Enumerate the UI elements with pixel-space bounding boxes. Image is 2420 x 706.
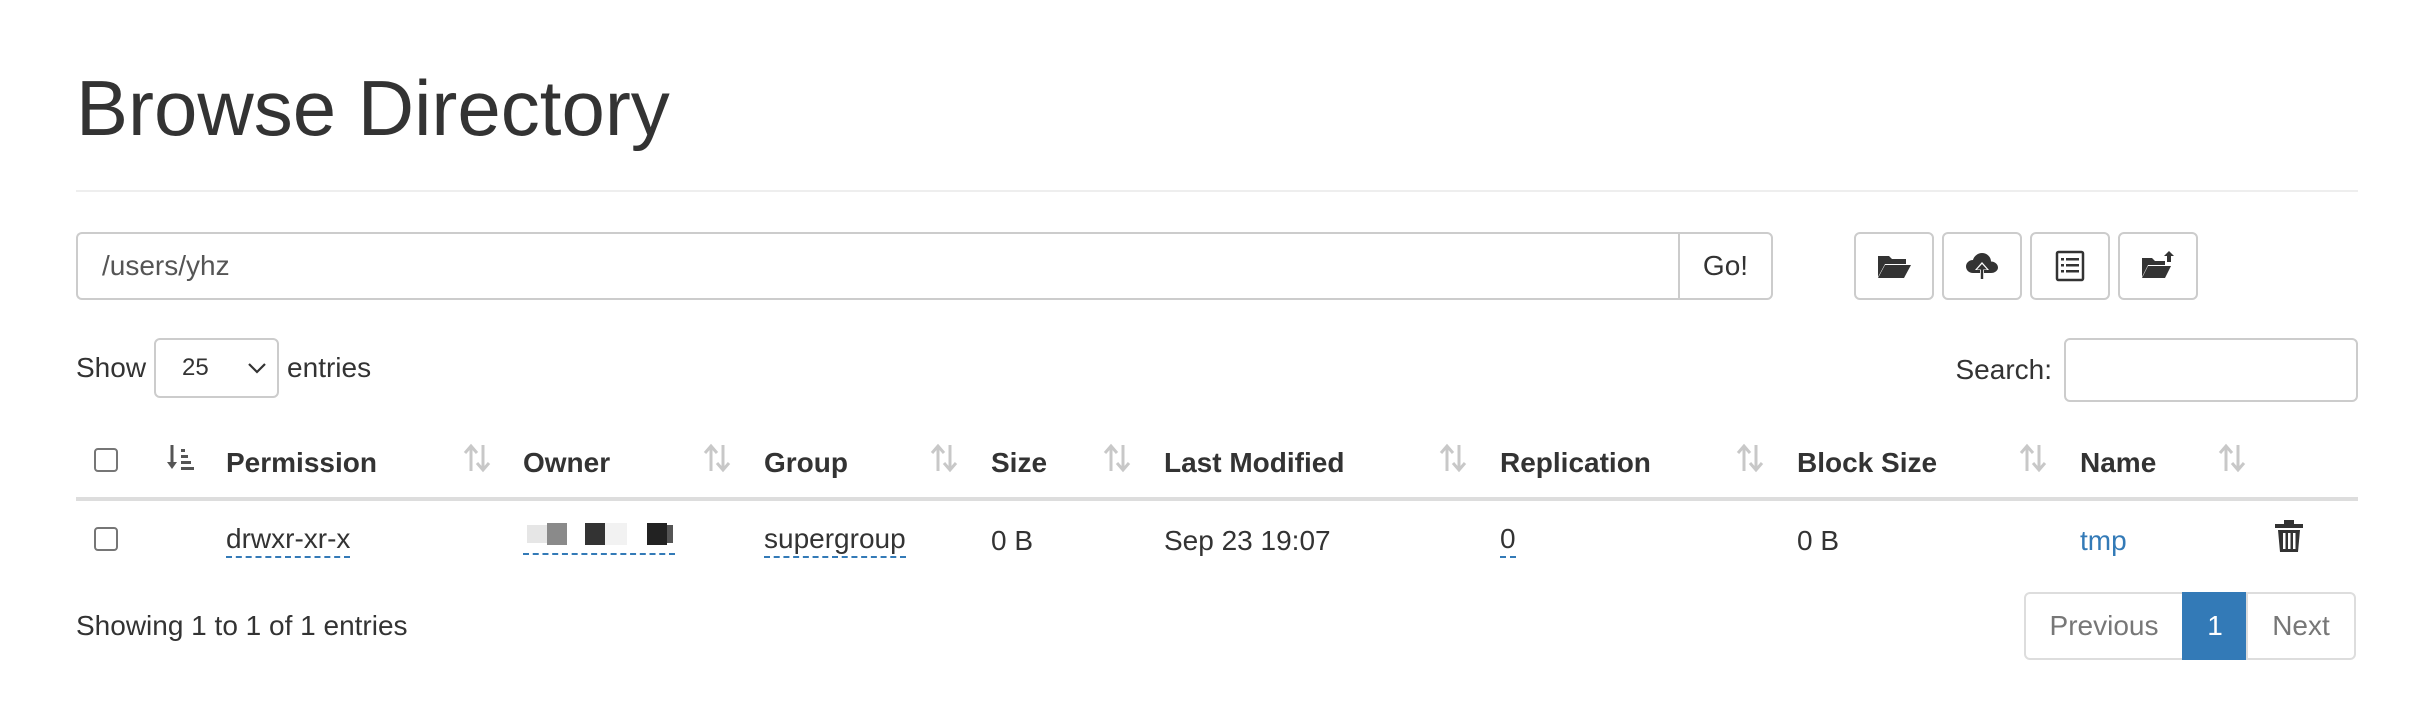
page-length-value: 25 bbox=[182, 354, 209, 381]
sort-size-icon[interactable] bbox=[1103, 438, 1131, 478]
search-label: Search: bbox=[1955, 354, 2053, 385]
sort-name-icon[interactable] bbox=[2218, 438, 2246, 478]
cell-group[interactable]: supergroup bbox=[764, 522, 906, 558]
folder-open-icon bbox=[1878, 256, 1911, 278]
cell-replication[interactable]: 0 bbox=[1500, 522, 1516, 558]
next-page-button[interactable]: Next bbox=[2246, 592, 2356, 660]
sort-permission-icon[interactable] bbox=[463, 438, 491, 478]
page-1-button[interactable]: 1 bbox=[2182, 592, 2248, 660]
previous-page-button[interactable]: Previous bbox=[2024, 592, 2184, 660]
cell-last-modified: Sep 23 19:07 bbox=[1164, 525, 1331, 556]
chevron-down-icon bbox=[248, 363, 266, 374]
page-length-select[interactable]: 25 bbox=[154, 338, 280, 398]
column-header-owner[interactable]: Owner bbox=[523, 443, 610, 483]
show-label: Show bbox=[76, 352, 147, 383]
folder-move-icon bbox=[2142, 251, 2174, 278]
entries-label: entries bbox=[287, 352, 372, 383]
sort-replication-icon[interactable] bbox=[1736, 438, 1764, 478]
move-button[interactable] bbox=[2118, 232, 2198, 300]
select-all-checkbox[interactable] bbox=[94, 448, 118, 472]
table-header-divider bbox=[76, 497, 2358, 501]
sort-checkbox-column-icon[interactable] bbox=[166, 438, 194, 478]
row-checkbox[interactable] bbox=[94, 527, 118, 551]
column-header-size[interactable]: Size bbox=[991, 443, 1047, 483]
path-input[interactable] bbox=[76, 232, 1678, 300]
cut-paste-button[interactable] bbox=[2030, 232, 2110, 300]
column-header-permission[interactable]: Permission bbox=[226, 443, 377, 483]
create-directory-button[interactable] bbox=[1854, 232, 1934, 300]
sort-block-size-icon[interactable] bbox=[2019, 438, 2047, 478]
column-header-replication[interactable]: Replication bbox=[1500, 443, 1651, 483]
cell-block-size: 0 B bbox=[1797, 525, 1840, 556]
go-button[interactable]: Go! bbox=[1678, 232, 1773, 300]
page-length-control: Show 25 entries bbox=[76, 338, 371, 398]
cell-permission[interactable]: drwxr-xr-x bbox=[226, 522, 351, 558]
search-input[interactable] bbox=[2064, 338, 2358, 402]
column-header-last-modified[interactable]: Last Modified bbox=[1164, 443, 1344, 483]
title-divider bbox=[76, 190, 2358, 192]
list-alt-icon bbox=[2055, 250, 2085, 282]
cloud-upload-icon bbox=[1966, 253, 1998, 280]
cell-owner[interactable] bbox=[523, 519, 675, 555]
upload-button[interactable] bbox=[1942, 232, 2022, 300]
pagination: Previous 1 Next bbox=[2024, 592, 2356, 660]
cell-size: 0 B bbox=[991, 525, 1034, 556]
page-title: Browse Directory bbox=[76, 64, 670, 152]
search-control: Search: bbox=[1955, 338, 2358, 402]
column-header-name[interactable]: Name bbox=[2080, 443, 2156, 483]
sort-group-icon[interactable] bbox=[930, 438, 958, 478]
cell-name-link[interactable]: tmp bbox=[2080, 520, 2127, 562]
sort-last-modified-icon[interactable] bbox=[1439, 438, 1467, 478]
sort-owner-icon[interactable] bbox=[703, 438, 731, 478]
column-header-group[interactable]: Group bbox=[764, 443, 848, 483]
trash-icon[interactable] bbox=[2274, 519, 2304, 553]
table-info: Showing 1 to 1 of 1 entries bbox=[76, 610, 408, 641]
path-bar: Go! bbox=[76, 232, 1773, 300]
column-header-block-size[interactable]: Block Size bbox=[1797, 443, 1937, 483]
